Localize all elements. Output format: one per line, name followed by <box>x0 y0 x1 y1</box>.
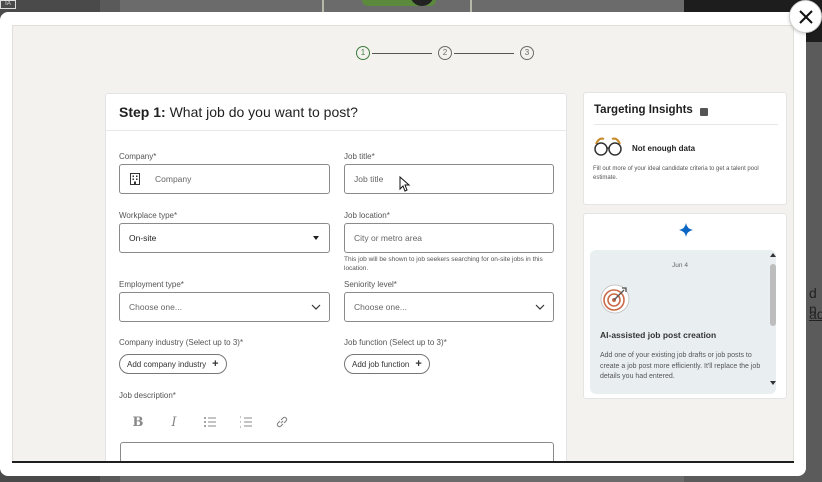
add-job-function-label: Add job function <box>352 359 410 369</box>
close-icon <box>798 9 813 24</box>
caret-down-icon <box>313 236 319 240</box>
job-location-input[interactable]: City or metro area <box>344 223 554 253</box>
ai-panel-scrollbar[interactable] <box>769 250 777 394</box>
step-label: Step 1: <box>119 104 166 120</box>
progress-stepper: 1 2 3 <box>356 44 536 62</box>
workplace-type-select[interactable]: On-site <box>119 223 330 253</box>
job-title-placeholder: Job title <box>354 174 384 184</box>
bulleted-list-icon[interactable] <box>192 412 228 432</box>
job-post-modal: 1 2 3 Step 1: What job do you want to po… <box>0 12 806 476</box>
step-3-indicator: 3 <box>520 46 534 60</box>
company-industry-label: Company industry (Select up to 3)* <box>119 338 244 347</box>
seniority-level-label: Seniority level* <box>344 280 397 289</box>
message-date: Jun 4 <box>672 262 688 269</box>
job-location-label: Job location* <box>344 211 390 220</box>
job-form-card: Step 1: What job do you want to post? Co… <box>105 93 567 461</box>
ai-assist-card: Jun 4 AI-assisted job post creation Add … <box>583 213 787 399</box>
binoculars-icon <box>594 137 622 156</box>
ai-message-panel: Jun 4 AI-assisted job post creation Add … <box>590 250 776 394</box>
building-icon <box>130 173 140 185</box>
info-icon[interactable] <box>700 108 708 116</box>
bold-icon[interactable]: B <box>120 412 156 432</box>
employment-type-label: Employment type* <box>119 280 184 289</box>
modal-content: 1 2 3 Step 1: What job do you want to po… <box>12 25 794 462</box>
background-badge: IA <box>0 0 16 9</box>
ai-sparkle-icon <box>679 223 693 237</box>
job-description-label: Job description* <box>119 391 176 400</box>
scroll-up-arrow-icon[interactable] <box>770 253 776 257</box>
close-modal-button[interactable] <box>789 0 822 33</box>
job-location-placeholder: City or metro area <box>354 233 423 243</box>
scrollbar-thumb[interactable] <box>770 264 776 326</box>
stepper-connector <box>372 53 432 54</box>
job-title-label: Job title* <box>344 152 375 161</box>
company-input[interactable]: Company <box>119 164 330 194</box>
step-2-indicator: 2 <box>438 46 452 60</box>
scroll-down-arrow-icon[interactable] <box>770 381 776 385</box>
description-toolbar: B I <box>120 412 300 432</box>
add-company-industry-button[interactable]: Add company industry + <box>119 354 227 374</box>
mouse-cursor-icon <box>399 176 411 192</box>
employment-type-value: Choose one... <box>129 302 182 312</box>
workplace-type-label: Workplace type* <box>119 211 178 220</box>
ai-heading: AI-assisted job post creation <box>600 330 717 340</box>
add-company-industry-label: Add company industry <box>127 359 207 369</box>
divider <box>594 124 778 125</box>
insights-description: Fill out more of your ideal candidate cr… <box>593 166 759 181</box>
workplace-type-value: On-site <box>129 233 157 243</box>
background-link[interactable]: ad <box>809 306 822 322</box>
job-location-helper: This job will be shown to job seekers se… <box>344 256 543 272</box>
link-icon[interactable] <box>264 412 300 432</box>
seniority-level-value: Choose one... <box>354 302 407 312</box>
chevron-down-icon <box>311 304 321 310</box>
company-label: Company* <box>119 152 157 161</box>
plus-icon: + <box>212 357 219 370</box>
company-placeholder: Company <box>155 174 192 184</box>
numbered-list-icon[interactable] <box>228 412 264 432</box>
job-description-editor[interactable] <box>120 442 554 461</box>
step-question: What job do you want to post? <box>169 104 358 120</box>
seniority-level-select[interactable]: Choose one... <box>344 292 554 322</box>
insights-status: Not enough data <box>632 144 696 153</box>
step-1-indicator: 1 <box>356 46 370 60</box>
employment-type-select[interactable]: Choose one... <box>119 292 330 322</box>
insights-title: Targeting Insights <box>594 104 693 116</box>
page-title: Step 1: What job do you want to post? <box>119 104 358 120</box>
chevron-down-icon <box>535 304 545 310</box>
job-title-input[interactable]: Job title <box>344 164 554 194</box>
job-function-label: Job function (Select up to 3)* <box>344 338 447 347</box>
divider <box>106 130 566 131</box>
targeting-insights-card: Targeting Insights Not enough data Fill … <box>583 92 787 205</box>
target-icon <box>600 284 630 314</box>
ai-body-text: Add one of your existing job drafts or j… <box>600 352 761 380</box>
add-job-function-button[interactable]: Add job function + <box>344 354 430 374</box>
modal-bottom-border <box>12 461 794 463</box>
italic-icon[interactable]: I <box>156 412 192 432</box>
stepper-connector <box>454 53 514 54</box>
plus-icon: + <box>415 357 422 370</box>
